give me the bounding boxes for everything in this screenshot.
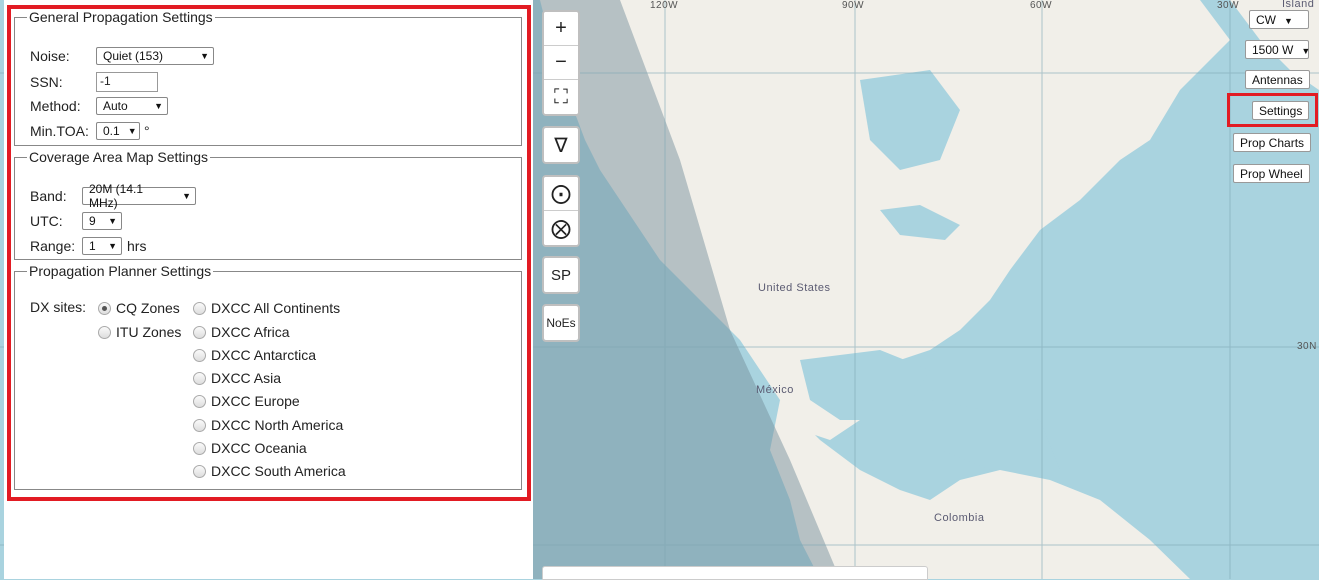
sun-button[interactable]: ⨀ — [544, 177, 578, 211]
mode-select[interactable]: CW — [1249, 10, 1309, 29]
place-label-island: Island — [1282, 0, 1315, 10]
sun-moon-control-group: ⨀ ⨂ — [542, 175, 580, 247]
nabla-button[interactable]: ∇ — [544, 128, 578, 162]
place-label-mexico: México — [756, 384, 794, 396]
noes-control: NoEs — [542, 304, 580, 342]
fullscreen-button[interactable]: ⛶ — [544, 80, 578, 114]
zoom-in-button[interactable]: + — [544, 12, 578, 46]
bottom-toolbar-stub — [542, 566, 928, 580]
panel-highlight-outline — [7, 5, 531, 501]
grid-label-30w: 30W — [1217, 0, 1240, 11]
zoom-control-group: + − ⛶ — [542, 10, 580, 116]
sun-icon: ⨀ — [551, 183, 571, 205]
grid-label-30n: 30N — [1297, 341, 1317, 352]
prop-wheel-button[interactable]: Prop Wheel — [1233, 164, 1310, 183]
fullscreen-icon: ⛶ — [554, 85, 568, 108]
place-label-united-states: United States — [758, 282, 831, 294]
place-label-colombia: Colombia — [934, 512, 985, 524]
noes-button[interactable]: NoEs — [544, 306, 578, 340]
nabla-control: ∇ — [542, 126, 580, 164]
moon-button[interactable]: ⨂ — [544, 211, 578, 245]
power-select[interactable]: 1500 W — [1245, 40, 1309, 59]
settings-button[interactable]: Settings — [1252, 101, 1310, 120]
grid-label-120w: 120W — [650, 0, 679, 11]
sp-control: SP — [542, 256, 580, 294]
antennas-button[interactable]: Antennas — [1245, 70, 1310, 89]
nabla-icon: ∇ — [554, 134, 568, 157]
grid-label-90w: 90W — [842, 0, 865, 11]
moon-icon: ⨂ — [551, 217, 571, 240]
grid-label-60w: 60W — [1030, 0, 1053, 11]
zoom-out-button[interactable]: − — [544, 46, 578, 80]
sp-button[interactable]: SP — [544, 258, 578, 292]
prop-charts-button[interactable]: Prop Charts — [1233, 133, 1312, 152]
